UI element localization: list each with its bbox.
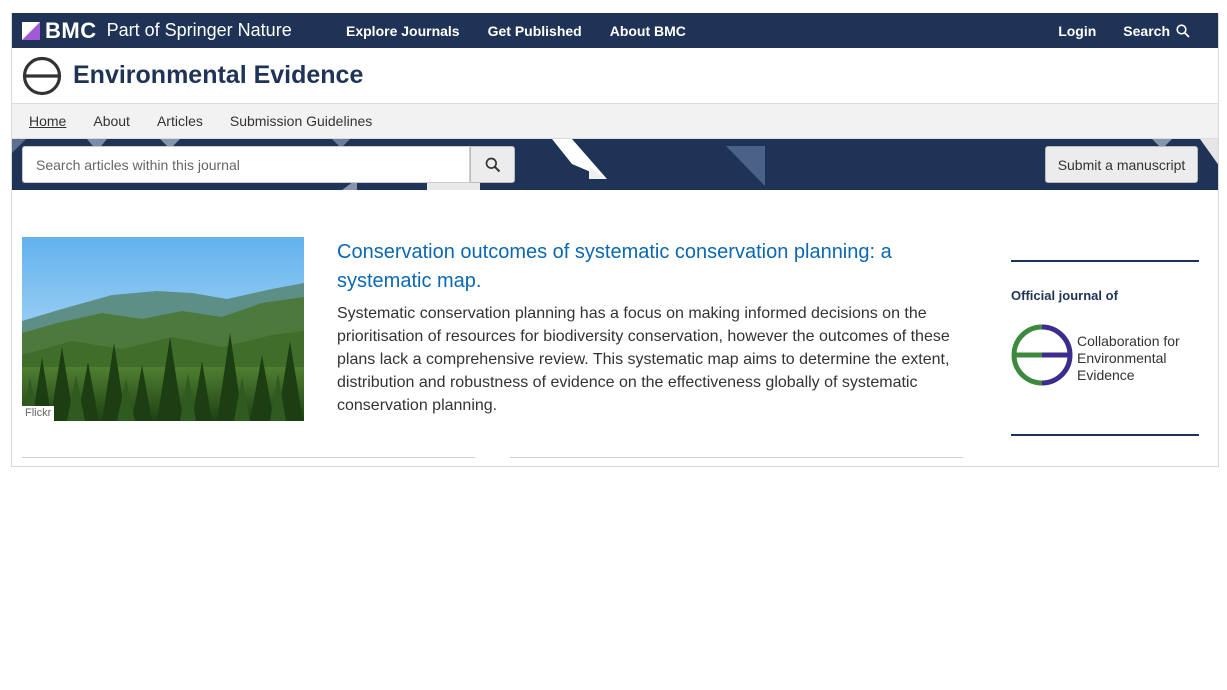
nav-get-published[interactable]: Get Published — [488, 23, 582, 39]
journal-nav-about[interactable]: About — [93, 113, 130, 129]
image-credit: Flickr — [22, 406, 55, 421]
journal-title[interactable]: Environmental Evidence — [73, 61, 363, 90]
cee-logo-icon — [1011, 324, 1073, 386]
brand-springer-text: Part of Springer Nature — [106, 20, 292, 40]
bmc-brand[interactable]: BMC Part of Springer Nature — [22, 13, 292, 48]
search-icon — [1176, 23, 1190, 38]
cee-line: Collaboration for — [1077, 333, 1180, 349]
global-header: BMC Part of Springer Nature Explore Jour… — [12, 13, 1218, 48]
journal-nav-articles[interactable]: Articles — [157, 113, 203, 129]
journal-nav-submission-guidelines[interactable]: Submission Guidelines — [230, 113, 372, 129]
journal-nav-home[interactable]: Home — [29, 113, 66, 129]
cee-line: Environmental — [1077, 350, 1167, 366]
brand-bmc-text: BMC — [45, 17, 97, 43]
nav-explore-journals[interactable]: Explore Journals — [346, 23, 460, 39]
search-input[interactable] — [36, 156, 469, 173]
forest-landscape-image — [22, 237, 304, 421]
search-field — [22, 146, 470, 183]
search-button[interactable] — [470, 146, 515, 183]
cee-line: Evidence — [1077, 367, 1135, 383]
account-links: Login Search — [1058, 13, 1190, 48]
journal-nav: Home About Articles Submission Guideline… — [12, 103, 1218, 139]
submit-manuscript-button[interactable]: Submit a manuscript — [1045, 146, 1198, 183]
cee-logo-link[interactable]: Collaboration for Environmental Evidence — [1011, 324, 1199, 388]
bmc-logo-icon — [22, 21, 40, 40]
search-link[interactable]: Search — [1123, 23, 1190, 39]
divider — [510, 457, 963, 458]
article-title-link[interactable]: Conservation outcomes of systematic cons… — [337, 238, 937, 296]
journal-logo-icon[interactable] — [22, 56, 62, 96]
divider — [1011, 260, 1199, 262]
journal-header: Environmental Evidence — [12, 48, 1218, 103]
search-icon — [485, 157, 500, 172]
official-journal-label: Official journal of — [1011, 288, 1118, 303]
cee-name: Collaboration for Environmental Evidence — [1077, 333, 1180, 384]
nav-about-bmc[interactable]: About BMC — [610, 23, 686, 39]
article-description: Systematic conservation planning has a f… — [337, 305, 950, 414]
login-link[interactable]: Login — [1058, 23, 1096, 39]
global-nav: Explore Journals Get Published About BMC — [346, 13, 686, 48]
search-band: Submit a manuscript — [12, 139, 1218, 190]
article-image[interactable]: Flickr — [22, 237, 304, 421]
divider — [1011, 434, 1199, 436]
divider — [22, 457, 475, 458]
search-link-label: Search — [1123, 22, 1170, 39]
browser-page: BMC Part of Springer Nature Explore Jour… — [11, 13, 1219, 467]
